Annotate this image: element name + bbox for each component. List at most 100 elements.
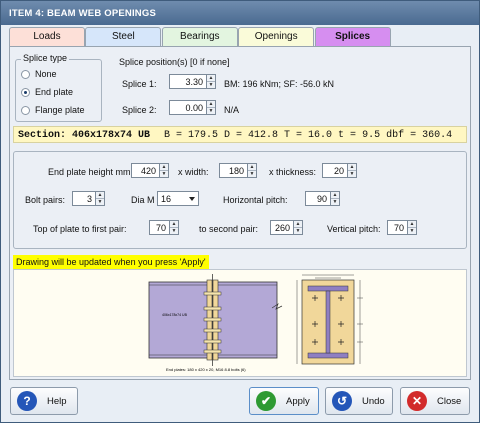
hpitch-stepper[interactable]: 90 ▲ ▼ <box>305 191 340 206</box>
bolt-pairs-stepper[interactable]: 3 ▲ ▼ <box>72 191 105 206</box>
plate-height-input[interactable]: 420 <box>131 163 160 178</box>
bolt-row-6 <box>203 349 222 354</box>
plate-thickness-arrows[interactable]: ▲ ▼ <box>348 163 357 178</box>
splice1-label: Splice 1: <box>122 79 157 89</box>
radio-end-plate-label: End plate <box>35 87 74 97</box>
radio-none-label: None <box>35 69 57 79</box>
splice1-input[interactable]: 3.30 <box>169 74 207 89</box>
close-button[interactable]: ✕ Close <box>400 387 470 415</box>
tab-openings[interactable]: Openings <box>238 27 315 46</box>
bolt-dia-label: Dia M <box>131 195 155 205</box>
down-arrow-icon[interactable]: ▼ <box>408 227 416 234</box>
dialog-window: ITEM 4: BEAM WEB OPENINGS Loads Steel Be… <box>0 0 480 423</box>
top-first-pair-input[interactable]: 70 <box>149 220 170 235</box>
down-arrow-icon[interactable]: ▼ <box>96 198 104 205</box>
radio-none[interactable]: None <box>21 68 57 80</box>
down-arrow-icon[interactable]: ▼ <box>170 227 178 234</box>
down-arrow-icon[interactable]: ▼ <box>207 107 215 114</box>
splice-position-header: Splice position(s) [0 if none] <box>119 57 230 67</box>
down-arrow-icon[interactable]: ▼ <box>348 170 356 177</box>
section-info-bar: Section: 406x178x74 UB B = 179.5 D = 412.… <box>13 126 467 143</box>
splice2-stepper[interactable]: 0.00 ▲ ▼ <box>169 100 216 115</box>
bolt-pairs-input[interactable]: 3 <box>72 191 96 206</box>
section-dims: B = 179.5 D = 412.8 T = 16.0 t = 9.5 dbf… <box>164 130 453 141</box>
top-first-pair-arrows[interactable]: ▲ ▼ <box>170 220 179 235</box>
hpitch-arrows[interactable]: ▲ ▼ <box>331 191 340 206</box>
second-pair-stepper[interactable]: 260 ▲ ▼ <box>270 220 303 235</box>
chevron-down-icon[interactable] <box>189 197 195 201</box>
plate-height-label: End plate height mm: <box>48 167 134 177</box>
splice1-info: BM: 196 kNm; SF: -56.0 kN <box>224 79 335 89</box>
down-arrow-icon[interactable]: ▼ <box>207 81 215 88</box>
plate-height-stepper[interactable]: 420 ▲ ▼ <box>131 163 169 178</box>
splice2-info: N/A <box>224 105 240 115</box>
bolt-pairs-arrows[interactable]: ▲ ▼ <box>96 191 105 206</box>
splice2-input[interactable]: 0.00 <box>169 100 207 115</box>
plate-width-arrows[interactable]: ▲ ▼ <box>248 163 257 178</box>
bolt-row-5 <box>203 339 222 344</box>
plate-thickness-input[interactable]: 20 <box>322 163 348 178</box>
second-pair-input[interactable]: 260 <box>270 220 294 235</box>
help-button[interactable]: ? Help <box>10 387 78 415</box>
drawing-caption: End plates: 180 x 420 x 20, M16 8.8 bolt… <box>166 367 246 372</box>
bottom-flange <box>307 352 349 359</box>
tab-strip: Loads Steel Bearings Openings Splices <box>9 27 391 47</box>
undo-button[interactable]: ↺ Undo <box>325 387 393 415</box>
radio-flange-plate-label: Flange plate <box>35 105 85 115</box>
tab-loads[interactable]: Loads <box>9 27 85 46</box>
splice-drawing-svg: 406x178x74 UB End plates: 180 x 420 x 20… <box>148 274 363 372</box>
radio-flange-plate[interactable]: Flange plate <box>21 104 85 116</box>
vpitch-stepper[interactable]: 70 ▲ ▼ <box>387 220 417 235</box>
top-first-pair-label: Top of plate to first pair: <box>33 224 127 234</box>
splice-type-legend: Splice type <box>21 53 70 63</box>
window-title: ITEM 4: BEAM WEB OPENINGS <box>1 1 479 25</box>
radio-end-plate[interactable]: End plate <box>21 86 73 98</box>
splice2-label: Splice 2: <box>122 105 157 115</box>
undo-icon: ↺ <box>332 391 352 411</box>
bolt-dia-value: 16 <box>161 194 172 204</box>
splice2-arrows[interactable]: ▲ ▼ <box>207 100 216 115</box>
plate-thickness-label: x thickness: <box>269 167 317 177</box>
dim-top <box>302 274 354 279</box>
web <box>325 290 331 354</box>
top-first-pair-stepper[interactable]: 70 ▲ ▼ <box>149 220 179 235</box>
tab-splices[interactable]: Splices <box>314 27 391 47</box>
vpitch-arrows[interactable]: ▲ ▼ <box>408 220 417 235</box>
plate-width-label: x width: <box>178 167 209 177</box>
vpitch-label: Vertical pitch: <box>327 224 381 234</box>
tab-steel[interactable]: Steel <box>85 27 162 46</box>
radio-end-plate-circle[interactable] <box>21 87 30 97</box>
help-button-label: Help <box>47 395 67 407</box>
hpitch-input[interactable]: 90 <box>305 191 331 206</box>
plate-height-arrows[interactable]: ▲ ▼ <box>160 163 169 178</box>
plate-width-stepper[interactable]: 180 ▲ ▼ <box>219 163 257 178</box>
splice1-stepper[interactable]: 3.30 ▲ ▼ <box>169 74 216 89</box>
radio-flange-plate-circle[interactable] <box>21 105 30 115</box>
top-flange <box>307 285 349 292</box>
apply-button[interactable]: ✔ Apply <box>249 387 319 415</box>
beam-web-right <box>216 281 278 359</box>
apply-notice: Drawing will be updated when you press '… <box>13 255 209 269</box>
bolt-row-4 <box>203 328 222 333</box>
down-arrow-icon[interactable]: ▼ <box>248 170 256 177</box>
radio-none-circle[interactable] <box>21 69 30 79</box>
beam-web-left <box>148 281 210 359</box>
plate-thickness-stepper[interactable]: 20 ▲ ▼ <box>322 163 357 178</box>
splice1-arrows[interactable]: ▲ ▼ <box>207 74 216 89</box>
bolt-pairs-label: Bolt pairs: <box>25 195 66 205</box>
down-arrow-icon[interactable]: ▼ <box>294 227 302 234</box>
down-arrow-icon[interactable]: ▼ <box>331 198 339 205</box>
plate-width-input[interactable]: 180 <box>219 163 248 178</box>
second-pair-arrows[interactable]: ▲ ▼ <box>294 220 303 235</box>
close-button-label: Close <box>437 395 462 407</box>
vpitch-input[interactable]: 70 <box>387 220 408 235</box>
tab-bearings[interactable]: Bearings <box>161 27 238 46</box>
section-name: Section: 406x178x74 UB <box>18 130 151 141</box>
bolt-row-2 <box>203 306 222 311</box>
down-arrow-icon[interactable]: ▼ <box>160 170 168 177</box>
bolt-dia-select[interactable]: 16 <box>157 191 199 206</box>
splice-drawing: 406x178x74 UB End plates: 180 x 420 x 20… <box>13 269 467 377</box>
apply-button-label: Apply <box>286 395 310 407</box>
second-pair-label: to second pair: <box>199 224 259 234</box>
help-icon: ? <box>17 391 37 411</box>
